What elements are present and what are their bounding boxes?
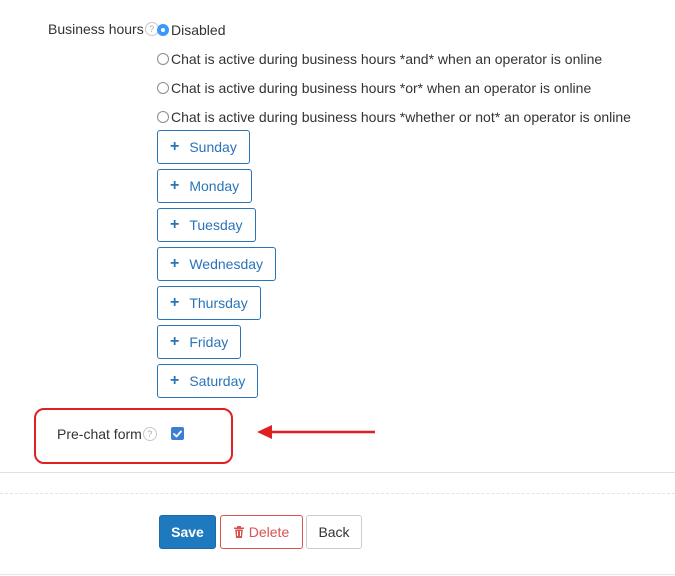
day-label: Saturday <box>189 373 246 389</box>
radio-option-and[interactable]: Chat is active during business hours *an… <box>157 50 631 68</box>
back-button[interactable]: Back <box>306 515 362 549</box>
add-saturday-button[interactable]: + Saturday <box>157 364 259 398</box>
day-label: Thursday <box>189 295 248 311</box>
radio-option-whether[interactable]: Chat is active during business hours *wh… <box>157 108 631 126</box>
add-sunday-button[interactable]: + Sunday <box>157 130 250 164</box>
day-label: Wednesday <box>189 256 264 272</box>
trash-icon <box>233 526 244 538</box>
delete-label: Delete <box>248 524 290 540</box>
plus-icon: + <box>170 255 180 272</box>
radio-label: Chat is active during business hours *or… <box>171 80 592 96</box>
divider <box>0 493 675 494</box>
day-label: Tuesday <box>189 217 243 233</box>
plus-icon: + <box>170 294 180 311</box>
add-tuesday-button[interactable]: + Tuesday <box>157 208 256 242</box>
radio-option-or[interactable]: Chat is active during business hours *or… <box>157 79 631 97</box>
radio-label: Disabled <box>171 22 226 38</box>
radio-button[interactable] <box>157 24 169 36</box>
day-label: Monday <box>189 178 240 194</box>
help-icon[interactable]: ? <box>142 427 157 441</box>
prechat-label: Pre-chat form <box>57 426 142 442</box>
delete-button[interactable]: Delete <box>220 515 303 549</box>
radio-label: Chat is active during business hours *an… <box>171 51 603 67</box>
business-hours-label-row: Business hours ? <box>48 21 159 37</box>
prechat-checkbox[interactable] <box>171 427 184 440</box>
plus-icon: + <box>170 177 180 194</box>
radio-label: Chat is active during business hours *wh… <box>171 109 631 125</box>
radio-button[interactable] <box>157 53 169 65</box>
plus-icon: + <box>170 138 180 155</box>
plus-icon: + <box>170 216 180 233</box>
arrow-icon <box>257 425 375 439</box>
save-button[interactable]: Save <box>159 515 216 549</box>
radio-button[interactable] <box>157 111 169 123</box>
radio-button[interactable] <box>157 82 169 94</box>
plus-icon: + <box>170 333 180 350</box>
business-hours-options: Disabled Chat is active during business … <box>157 21 631 137</box>
prechat-label-row: Pre-chat form ? <box>57 426 157 442</box>
business-hours-label: Business hours <box>48 21 144 37</box>
add-thursday-button[interactable]: + Thursday <box>157 286 261 320</box>
plus-icon: + <box>170 372 180 389</box>
add-friday-button[interactable]: + Friday <box>157 325 242 359</box>
day-label: Sunday <box>189 139 237 155</box>
divider <box>0 574 675 575</box>
check-icon <box>173 430 182 437</box>
radio-option-disabled[interactable]: Disabled <box>157 21 631 39</box>
day-label: Friday <box>189 334 229 350</box>
add-monday-button[interactable]: + Monday <box>157 169 253 203</box>
settings-page: Business hours ? Disabled Chat is active… <box>0 0 675 576</box>
add-wednesday-button[interactable]: + Wednesday <box>157 247 277 281</box>
divider <box>0 472 675 473</box>
